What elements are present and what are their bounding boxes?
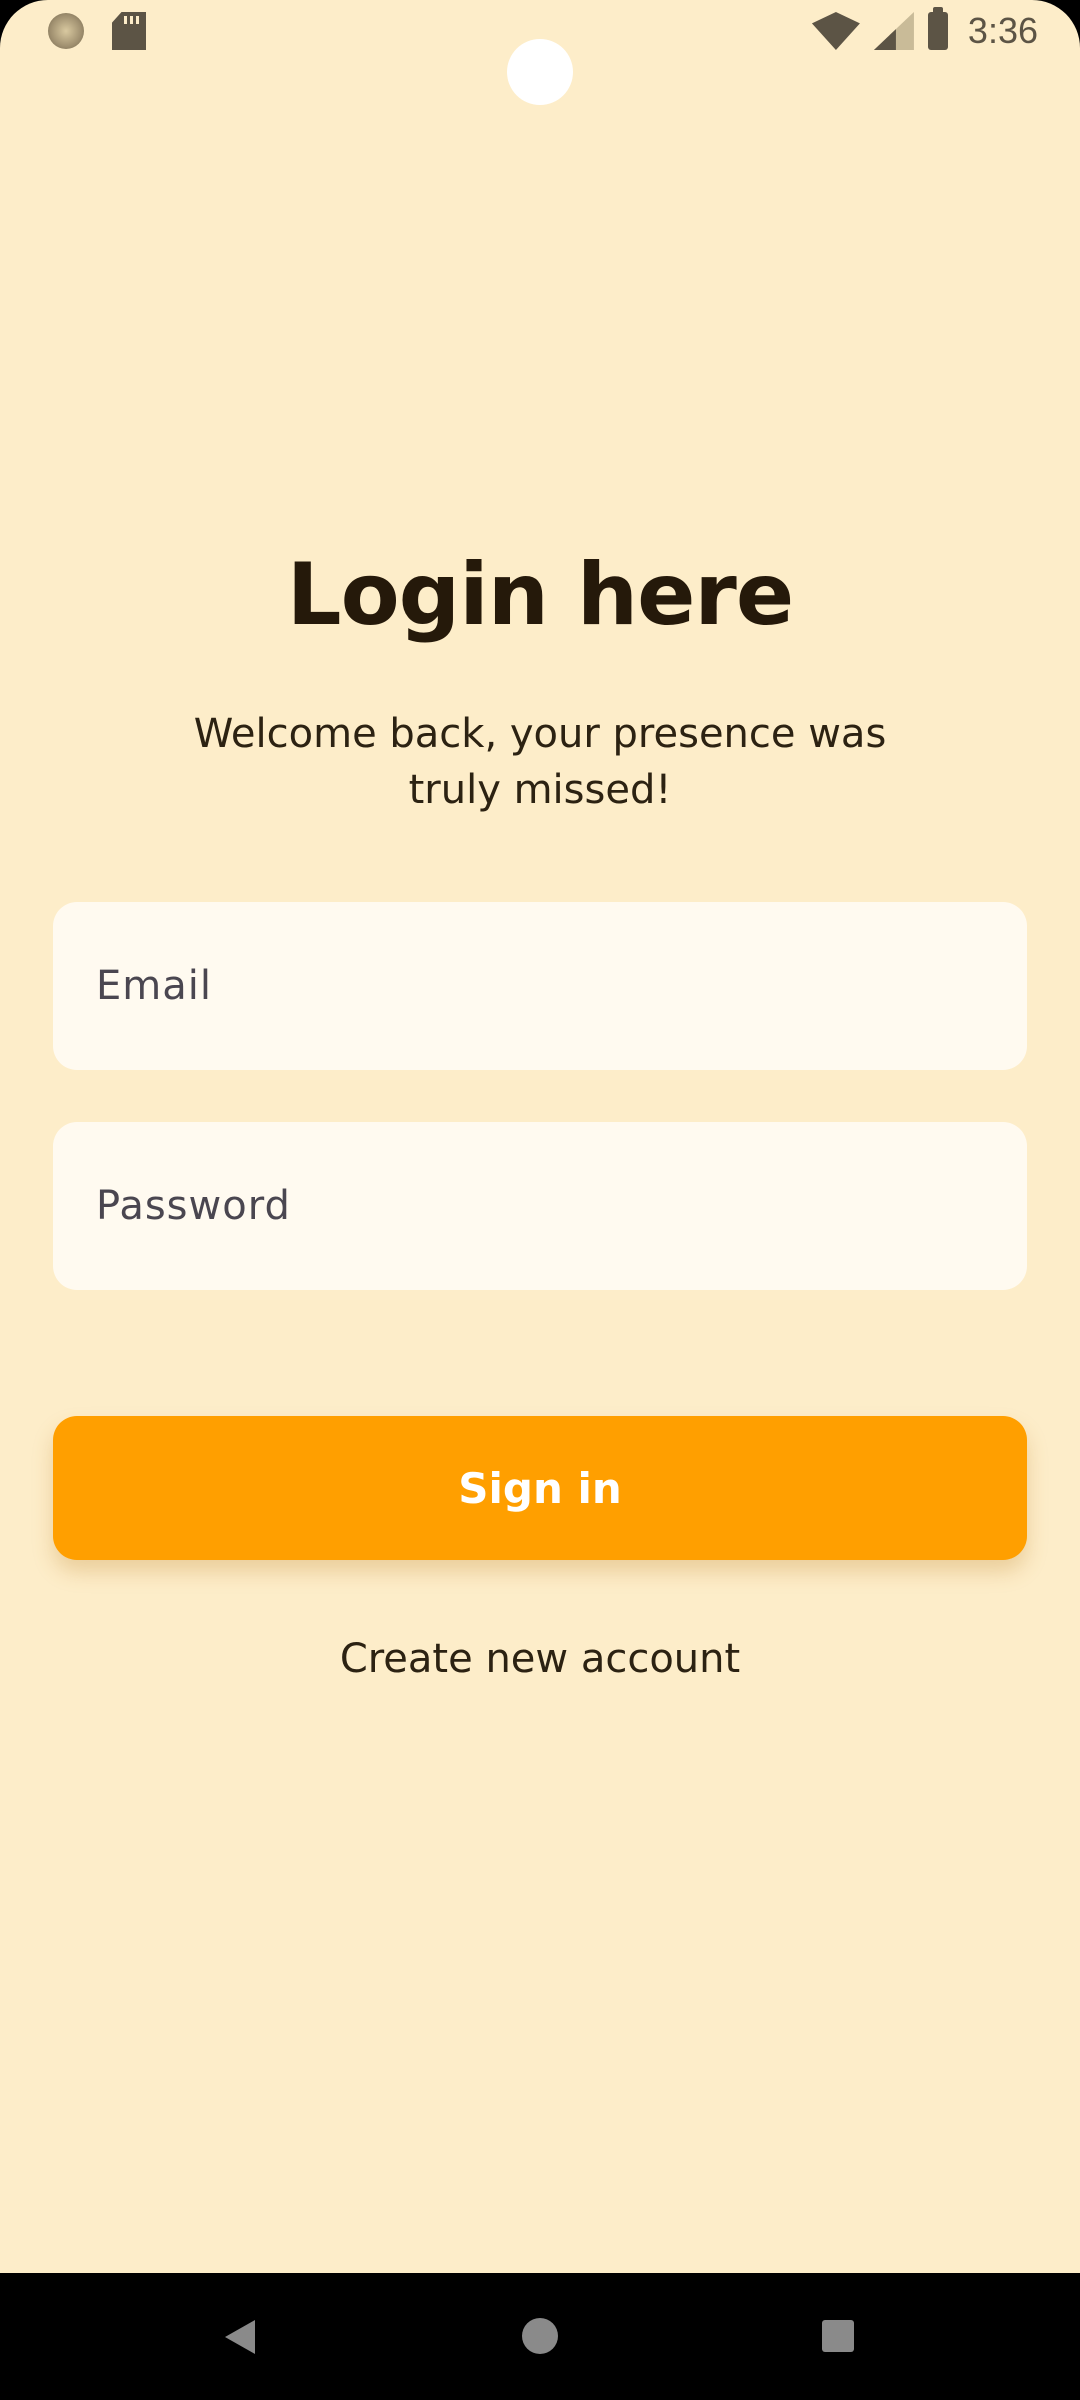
login-screen: 3:36 Login here Welcome back, your prese… bbox=[0, 0, 1080, 2400]
page-subtitle: Welcome back, your presence was truly mi… bbox=[193, 711, 887, 813]
password-field[interactable]: Password bbox=[53, 1122, 1027, 1290]
page-title: Login here bbox=[286, 545, 794, 645]
recents-icon[interactable] bbox=[822, 2320, 854, 2352]
home-icon[interactable] bbox=[522, 2318, 558, 2354]
sign-in-button[interactable]: Sign in bbox=[53, 1416, 1027, 1560]
signal-icon bbox=[874, 12, 914, 50]
email-field[interactable]: Email bbox=[53, 902, 1027, 1070]
battery-icon bbox=[927, 7, 948, 50]
email-placeholder: Email bbox=[96, 963, 212, 1009]
status-left-icons bbox=[48, 12, 146, 50]
password-placeholder: Password bbox=[96, 1183, 291, 1229]
sd-card-icon bbox=[112, 12, 146, 50]
system-circle-icon bbox=[48, 13, 84, 49]
create-account-link[interactable]: Create new account bbox=[0, 1636, 1080, 1682]
sign-in-label: Sign in bbox=[458, 1463, 622, 1513]
wifi-icon bbox=[811, 12, 860, 50]
status-time: 3:36 bbox=[967, 10, 1038, 51]
status-right-icons: 3:36 bbox=[811, 7, 1038, 52]
camera-cutout bbox=[507, 39, 573, 105]
